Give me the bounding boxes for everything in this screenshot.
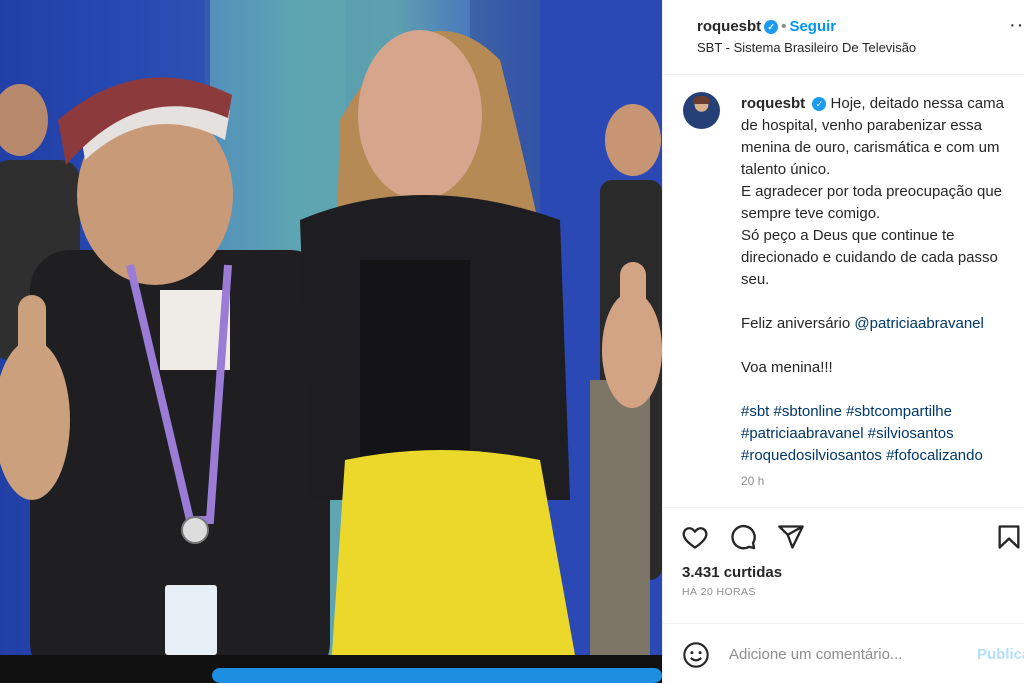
comment-box: Adicione um comentário... Publicar [663, 623, 1024, 684]
birthday-text: Feliz aniversário [741, 315, 851, 332]
header-user: roquesbt ✓ • Seguir [697, 18, 836, 35]
publish-button[interactable]: Publicar [977, 646, 1024, 663]
share-icon[interactable] [777, 523, 805, 551]
ellipsis-icon[interactable]: ··· [1009, 14, 1024, 37]
follow-button[interactable]: Seguir [789, 18, 836, 35]
caption-line-3: Só peço a Deus que continue te direciona… [741, 227, 998, 288]
hashtags-line-1[interactable]: #sbt #sbtonline #sbtcompartilhe [741, 401, 1023, 423]
post-actions: 3.431 curtidas HÁ 20 HORAS Adicione um c… [663, 507, 1024, 684]
photo-illustration [0, 0, 662, 683]
verified-badge-icon: ✓ [764, 20, 779, 34]
bookmark-icon[interactable] [995, 523, 1023, 551]
comment-icon[interactable] [729, 523, 757, 551]
heart-icon[interactable] [681, 523, 709, 551]
hashtags-line-2[interactable]: #patriciaabravanel #silviosantos [741, 423, 1023, 445]
verified-badge-icon: ✓ [812, 97, 827, 111]
location-label[interactable]: SBT - Sistema Brasileiro De Televisão [697, 40, 916, 55]
emoji-icon[interactable] [682, 641, 710, 669]
voa-text: Voa menina!!! [741, 359, 833, 376]
header-username[interactable]: roquesbt [697, 18, 761, 35]
caption-username[interactable]: roquesbt [741, 95, 805, 112]
caption-time: 20 h [741, 474, 765, 488]
comment-input[interactable]: Adicione um comentário... [729, 646, 902, 663]
mention-link[interactable]: @patriciaabravanel [854, 315, 983, 332]
caption-text: roquesbt ✓ Hoje, deitado nessa cama de h… [741, 93, 1023, 492]
post-header: roquesbt ✓ • Seguir SBT - Sistema Brasileir… [663, 0, 1024, 75]
posted-ago: HÁ 20 HORAS [682, 586, 756, 598]
hashtags-line-3[interactable]: #roquedosilviosantos #fofocalizando [741, 445, 1023, 467]
action-icons [681, 523, 1021, 553]
caption-line-2: E agradecer por toda preocupação que sem… [741, 183, 1003, 222]
post-sidebar: roquesbt ✓ • Seguir SBT - Sistema Brasileir… [662, 0, 1024, 683]
likes-count[interactable]: 3.431 curtidas [682, 564, 782, 581]
avatar[interactable] [683, 92, 720, 129]
separator-dot: • [781, 18, 787, 35]
post-photo[interactable] [0, 0, 662, 683]
